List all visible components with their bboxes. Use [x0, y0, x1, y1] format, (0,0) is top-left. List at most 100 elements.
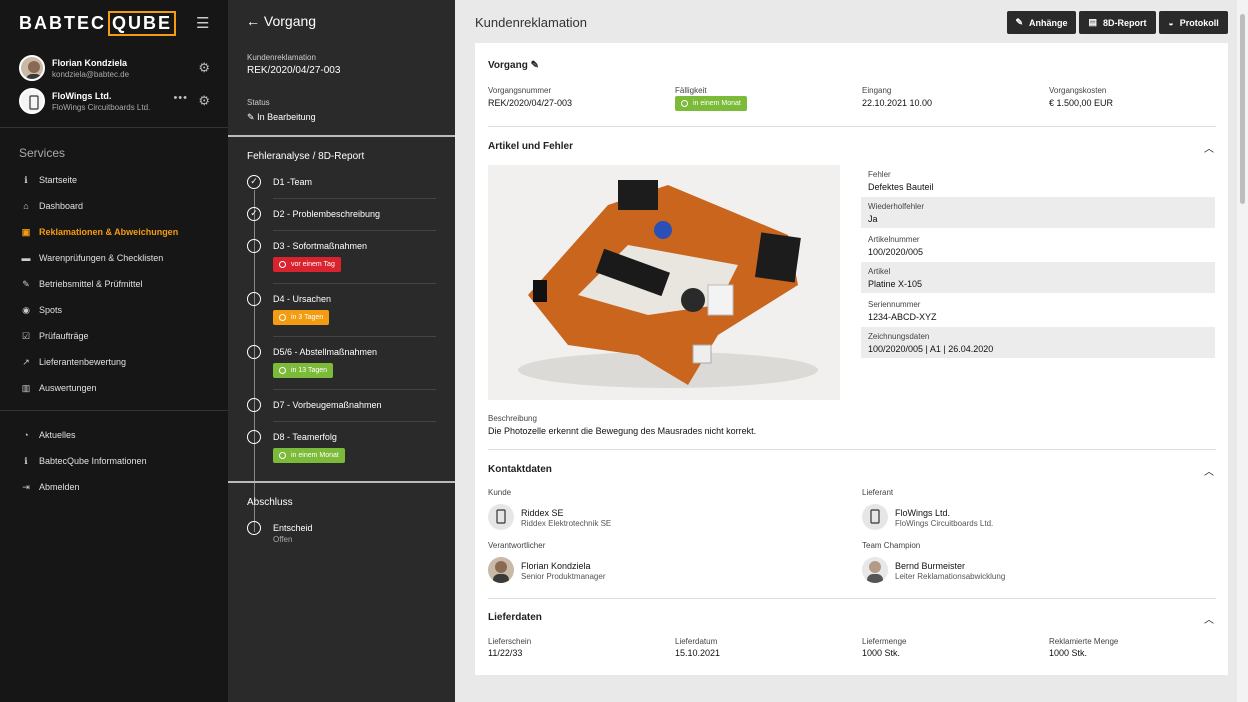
divider	[273, 198, 436, 199]
avatar	[862, 557, 888, 583]
page-title: Kundenreklamation	[475, 15, 588, 30]
clock-icon	[279, 367, 286, 374]
clock-icon	[279, 452, 286, 459]
attr-artikel: Artikel Platine X-105	[861, 262, 1215, 293]
due-badge: in 3 Tagen	[273, 310, 330, 325]
chevron-up-icon[interactable]: ︿	[1204, 463, 1214, 478]
section-title-kontakt: Kontaktdaten	[488, 464, 552, 475]
clock-icon	[279, 261, 286, 268]
divider	[273, 230, 436, 231]
field-label: Vorgangskosten	[1049, 86, 1107, 95]
status-label: Status	[247, 98, 270, 107]
target-icon: ◉	[22, 304, 30, 315]
rss-icon: ◔	[23, 430, 29, 440]
step-d8[interactable]: D8 - Teamerfolg in einem Monat	[247, 430, 437, 470]
contact-verantwortlicher[interactable]: Florian Kondziela Senior Produktmanager	[488, 557, 788, 585]
check-icon: ✓	[247, 175, 261, 189]
8d-report-button[interactable]: ▤ 8D-Report	[1079, 11, 1156, 34]
sidebar-item-informationen[interactable]: ℹ BabtecQube Informationen	[19, 454, 146, 468]
due-badge: vor einem Tag	[273, 257, 341, 272]
gear-icon[interactable]: ⚙	[198, 93, 210, 109]
boxes-icon: ▣	[21, 226, 31, 237]
sidebar-item-warenpruefungen[interactable]: ▬ Warenprüfungen & Checklisten	[19, 251, 164, 265]
info-icon: ℹ	[24, 174, 28, 185]
check-icon: ✓	[247, 207, 261, 221]
divider	[228, 481, 455, 483]
circle-icon	[247, 521, 261, 535]
circle-icon	[247, 292, 261, 306]
section-title-vorgang: Vorgang ✎	[488, 60, 539, 71]
status-value: ✎ In Bearbeitung	[247, 112, 316, 122]
sidebar-item-spots[interactable]: ◉ Spots	[19, 303, 62, 317]
contact-lieferant[interactable]: FloWings Ltd. FloWings Circuitboards Ltd.	[862, 504, 1162, 532]
section-title-liefer: Lieferdaten	[488, 612, 542, 623]
attr-fehler: Fehler Defektes Bauteil	[868, 170, 934, 192]
divider	[273, 283, 436, 284]
contact-team-champion[interactable]: Bernd Burmeister Leiter Reklamationsabwic…	[862, 557, 1162, 585]
circle-icon	[247, 398, 261, 412]
brand-logo[interactable]: BABTEC QUBE	[19, 11, 177, 36]
attr-zeichnungsdaten: Zeichnungsdaten 100/2020/005 | A1 | 26.04…	[861, 327, 1215, 358]
divider	[273, 421, 436, 422]
divider	[488, 598, 1216, 599]
divider	[488, 449, 1216, 450]
sidebar-item-dashboard[interactable]: ⌂ Dashboard	[19, 199, 83, 213]
avatar	[19, 55, 45, 81]
scrollbar-thumb[interactable]	[1240, 14, 1245, 204]
comments-icon: ◒	[1168, 17, 1174, 28]
company-avatar	[19, 88, 45, 114]
paperclip-icon: ✎	[1015, 17, 1024, 27]
sidebar-item-aktuelles[interactable]: ◔ Aktuelles	[19, 428, 75, 442]
sidebar-item-startseite[interactable]: ℹ Startseite	[19, 173, 77, 187]
brand-logo-suffix: QUBE	[108, 11, 177, 36]
attr-seriennummer: Seriennummer 1234-ABCD-XYZ	[868, 300, 937, 322]
attr-artikelnummer: Artikelnummer 100/2020/005	[868, 235, 924, 257]
company-name: FloWings Ltd.	[52, 91, 112, 101]
contact-kunde[interactable]: Riddex SE Riddex Elektrotechnik SE	[488, 504, 788, 532]
logout-icon: ⇥	[22, 481, 30, 492]
checkbox-icon: ☑	[21, 330, 31, 341]
pdf-icon: ▤	[1088, 17, 1097, 27]
main-navigation: BABTEC QUBE ☰ Florian Kondziela kondziela…	[0, 0, 228, 702]
step-d4[interactable]: D4 - Ursachen in 3 Tagen	[247, 292, 437, 332]
circle-icon	[247, 345, 261, 359]
field-value: 1000 Stk.	[1049, 648, 1088, 658]
divider	[0, 410, 228, 411]
menu-toggle-icon[interactable]: ☰	[196, 14, 209, 32]
user-profile[interactable]: Florian Kondziela kondziela@babtec.de ⚙	[19, 55, 214, 81]
attachments-button[interactable]: ✎ Anhänge	[1007, 11, 1076, 34]
company-profile[interactable]: FloWings Ltd. FloWings Circuitboards Ltd…	[19, 88, 214, 114]
step-d5-6[interactable]: D5/6 - Abstellmaßnahmen in 13 Tagen	[247, 345, 437, 385]
due-badge: in einem Monat	[273, 448, 345, 463]
protocol-button[interactable]: ◒ Protokoll	[1159, 11, 1228, 34]
back-button[interactable]: ← Vorgang	[246, 13, 316, 29]
sidebar-item-lieferantenbewertung[interactable]: ↗ Lieferantenbewertung	[19, 355, 126, 369]
field-value: 22.10.2021 10.00	[862, 98, 933, 108]
field-label: Vorgangsnummer	[488, 86, 552, 95]
contact-group-label: Lieferant	[862, 488, 894, 497]
more-icon[interactable]: •••	[173, 92, 188, 104]
process-panel: ← Vorgang Kundenreklamation REK/2020/04/…	[228, 0, 455, 702]
due-badge: in einem Monat	[675, 96, 747, 111]
sidebar-item-betriebsmittel[interactable]: ✎ Betriebsmittel & Prüfmittel	[19, 277, 142, 291]
field-value: REK/2020/04/27-003	[488, 98, 573, 108]
process-type-label: Kundenreklamation	[247, 53, 316, 62]
circle-icon	[247, 239, 261, 253]
sidebar-item-abmelden[interactable]: ⇥ Abmelden	[19, 480, 79, 494]
field-label: Lieferdatum	[675, 637, 718, 646]
chevron-up-icon[interactable]: ︿	[1204, 140, 1214, 155]
wrench-icon: ✎	[22, 278, 30, 289]
info-icon: ℹ	[24, 455, 28, 466]
sidebar-item-pruefauftraege[interactable]: ☑ Prüfaufträge	[19, 329, 89, 343]
chevron-up-icon[interactable]: ︿	[1204, 611, 1214, 626]
pencil-icon[interactable]: ✎	[531, 60, 539, 71]
user-name: Florian Kondziela	[52, 58, 128, 68]
field-value: € 1.500,00 EUR	[1049, 98, 1114, 108]
scrollbar[interactable]	[1237, 0, 1248, 702]
closing-title: Abschluss	[247, 497, 293, 508]
sidebar-item-auswertungen[interactable]: ▥ Auswertungen	[19, 381, 97, 395]
sidebar-item-reklamationen[interactable]: ▣ Reklamationen & Abweichungen	[19, 225, 178, 239]
gear-icon[interactable]: ⚙	[198, 60, 210, 76]
step-d3[interactable]: D3 - Sofortmaßnahmen vor einem Tag	[247, 239, 437, 279]
contact-group-label: Team Champion	[862, 541, 921, 550]
